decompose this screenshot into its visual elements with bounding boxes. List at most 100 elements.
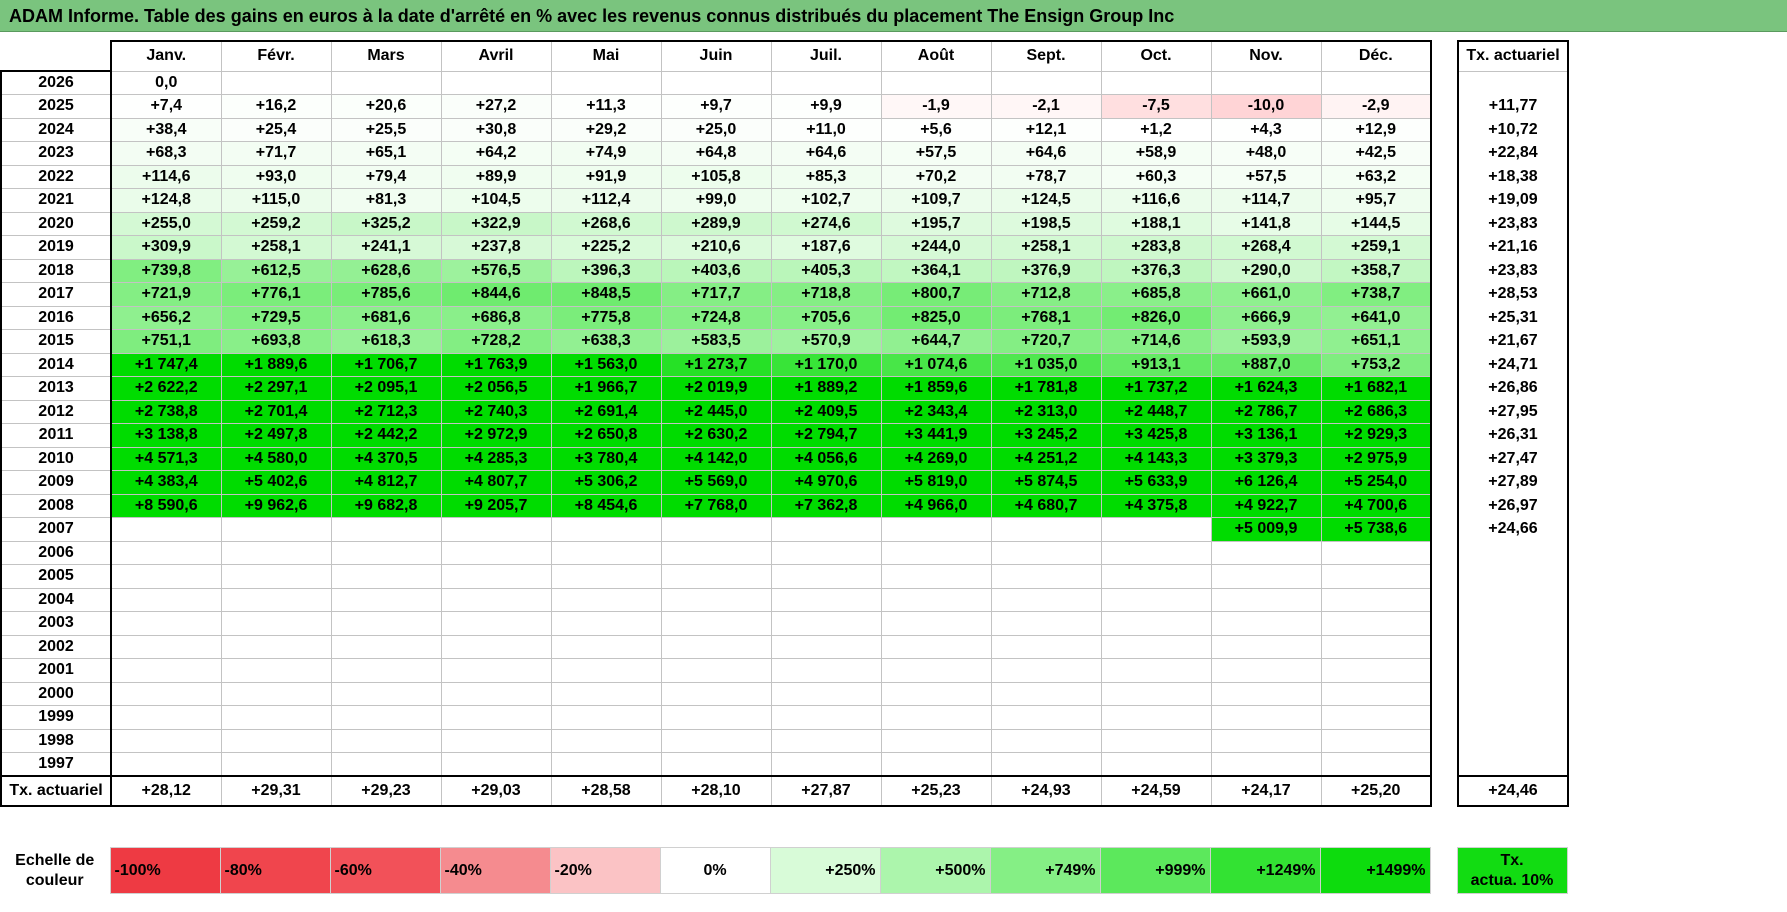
gain-cell: +570,9 xyxy=(770,329,882,354)
column-gap xyxy=(1431,141,1458,165)
column-gap xyxy=(1431,235,1458,259)
gain-cell: +1 966,7 xyxy=(550,376,662,401)
gain-cell: +887,0 xyxy=(1210,352,1322,377)
gain-cell: +1 682,1 xyxy=(1320,376,1432,401)
gain-cell: +576,5 xyxy=(440,258,552,283)
row-actuarial-rate: +18,38 xyxy=(1457,165,1569,189)
gain-cell xyxy=(880,728,992,753)
gain-cell xyxy=(1210,611,1322,636)
year-label: 2019 xyxy=(0,235,112,260)
table-row: 2009 +4 383,4 +5 402,6 +4 812,7 +4 807,7 +5 3… xyxy=(0,470,1569,495)
gain-cell xyxy=(220,728,332,753)
gain-cell xyxy=(110,587,222,612)
scale-swatch: +500% xyxy=(879,847,991,894)
gain-cell: +721,9 xyxy=(110,282,222,307)
gain-cell xyxy=(330,658,442,683)
gain-cell: +1 737,2 xyxy=(1100,376,1212,401)
gain-cell xyxy=(1100,564,1212,589)
gain-cell: +58,9 xyxy=(1100,141,1212,166)
gain-cell: +612,5 xyxy=(220,258,332,283)
gain-cell xyxy=(110,658,222,683)
gain-cell xyxy=(990,658,1102,683)
report-title-bar: ADAM Informe. Table des gains en euros à… xyxy=(0,0,1787,32)
table-row: 2023 +68,3 +71,7 +65,1 +64,2 +74,9 +64,8 +64,6 +… xyxy=(0,141,1569,166)
scale-swatch: +1499% xyxy=(1319,847,1431,894)
gain-cell xyxy=(440,517,552,542)
gain-cell xyxy=(550,587,662,612)
column-gap xyxy=(1431,658,1458,682)
column-gap xyxy=(1431,423,1458,447)
gain-cell: +115,0 xyxy=(220,188,332,213)
column-gap xyxy=(1431,41,1458,71)
gain-cell: +283,8 xyxy=(1100,235,1212,260)
gain-cell xyxy=(660,634,772,659)
gain-cell: +29,2 xyxy=(550,117,662,142)
row-actuarial-rate xyxy=(1457,752,1569,777)
gain-cell: +4 922,7 xyxy=(1210,493,1322,518)
column-gap xyxy=(1431,447,1458,471)
header-row: Janv. Févr. Mars Avril Mai Juin Juil. Août Sept.… xyxy=(1,40,1569,72)
gain-cell: +4,3 xyxy=(1210,117,1322,142)
column-gap xyxy=(1431,470,1458,494)
table-row: 2012 +2 738,8 +2 701,4 +2 712,3 +2 740,3 +2 6… xyxy=(0,399,1569,424)
gain-cell: +728,2 xyxy=(440,329,552,354)
gain-cell: +2 975,9 xyxy=(1320,446,1432,471)
gain-cell: +1 170,0 xyxy=(770,352,882,377)
gain-cell: +2 297,1 xyxy=(220,376,332,401)
gain-cell: +3 441,9 xyxy=(880,423,992,448)
gain-cell xyxy=(1100,634,1212,659)
gain-cell: +638,3 xyxy=(550,329,662,354)
table-row: 2002 xyxy=(0,634,1569,659)
gain-cell xyxy=(440,752,552,777)
row-actuarial-rate: +23,83 xyxy=(1457,212,1569,236)
gain-cell: +1 074,6 xyxy=(880,352,992,377)
year-label: 1997 xyxy=(0,752,112,777)
table-row: 2011 +3 138,8 +2 497,8 +2 442,2 +2 972,9 +2 6… xyxy=(0,423,1569,448)
year-label: 2008 xyxy=(0,493,112,518)
gain-cell: +1 624,3 xyxy=(1210,376,1322,401)
column-gap xyxy=(1431,588,1458,612)
gain-cell: +85,3 xyxy=(770,164,882,189)
gain-cell xyxy=(660,752,772,777)
gain-cell xyxy=(330,611,442,636)
gain-cell xyxy=(1100,728,1212,753)
gain-cell: +25,5 xyxy=(330,117,442,142)
gain-cell xyxy=(1320,752,1432,777)
gain-cell: +2 972,9 xyxy=(440,423,552,448)
gain-cell: +1 706,7 xyxy=(330,352,442,377)
column-gap xyxy=(1431,682,1458,706)
gain-cell xyxy=(880,681,992,706)
column-gap xyxy=(1431,165,1458,189)
gain-cell xyxy=(990,728,1102,753)
column-gap xyxy=(1431,400,1458,424)
gain-cell: +74,9 xyxy=(550,141,662,166)
gain-cell xyxy=(1210,540,1322,565)
gain-cell: +3 245,2 xyxy=(990,423,1102,448)
gain-cell xyxy=(880,752,992,777)
table-row: 2001 xyxy=(0,658,1569,683)
month-header: Juil. xyxy=(770,40,882,72)
gain-cell xyxy=(110,517,222,542)
column-gap xyxy=(1431,282,1458,306)
gain-cell: +2 019,9 xyxy=(660,376,772,401)
gain-cell: +25,0 xyxy=(660,117,772,142)
row-actuarial-rate: +24,66 xyxy=(1457,517,1569,541)
gain-cell: +2 313,0 xyxy=(990,399,1102,424)
gain-cell xyxy=(330,728,442,753)
gain-cell xyxy=(660,611,772,636)
gain-cell xyxy=(440,658,552,683)
gain-cell: +4 970,6 xyxy=(770,470,882,495)
gain-cell: +681,6 xyxy=(330,305,442,330)
gain-cell: +255,0 xyxy=(110,211,222,236)
gain-cell: +720,7 xyxy=(990,329,1102,354)
gain-cell: +42,5 xyxy=(1320,141,1432,166)
gain-cell: 0,0 xyxy=(110,70,222,95)
gain-cell xyxy=(440,587,552,612)
gain-cell xyxy=(770,681,882,706)
gain-cell xyxy=(550,70,662,95)
table-row: 1999 xyxy=(0,705,1569,730)
row-actuarial-rate: +19,09 xyxy=(1457,188,1569,212)
gain-cell: +3 780,4 xyxy=(550,446,662,471)
gain-cell: +237,8 xyxy=(440,235,552,260)
month-header: Mai xyxy=(550,40,662,72)
